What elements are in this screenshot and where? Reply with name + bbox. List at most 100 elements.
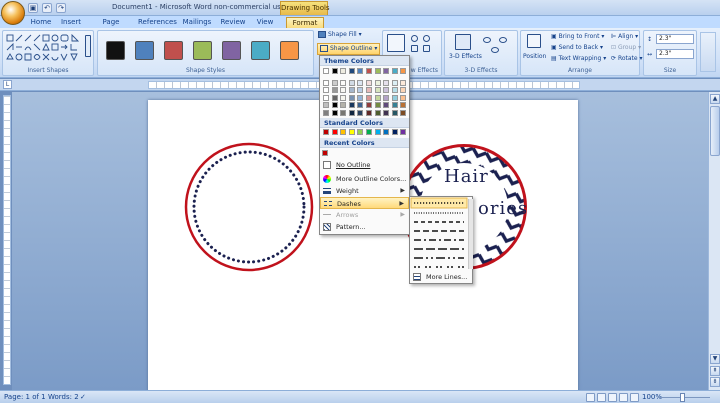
theme-color-swatch[interactable] [383, 87, 390, 94]
theme-color-swatch[interactable] [323, 110, 329, 116]
tilt-icon[interactable] [483, 37, 491, 43]
theme-color-swatch[interactable] [374, 79, 381, 86]
theme-color-swatch[interactable] [391, 87, 398, 94]
redo-icon[interactable]: ↷ [56, 3, 66, 13]
theme-color-swatch[interactable] [400, 94, 407, 101]
shape-style-swatch[interactable] [251, 41, 270, 60]
theme-color-swatch[interactable] [348, 110, 355, 116]
scroll-thumb[interactable] [710, 106, 720, 156]
theme-color-swatch[interactable] [357, 110, 364, 116]
more-outline-colors-item[interactable]: More Outline Colors... [320, 173, 409, 185]
vertical-ruler[interactable] [3, 95, 11, 385]
shapes-gallery[interactable] [6, 34, 92, 64]
theme-color-swatch[interactable] [391, 94, 398, 101]
tab-insert[interactable]: Insert [58, 17, 84, 28]
shape-style-swatch[interactable] [222, 41, 241, 60]
theme-color-swatch[interactable] [357, 87, 364, 94]
theme-color-swatch[interactable] [374, 87, 381, 94]
tab-page-layout[interactable]: Page Layout [90, 17, 132, 36]
undo-icon[interactable]: ↶ [42, 3, 52, 13]
theme-color-swatch[interactable] [340, 102, 347, 109]
theme-color-swatch[interactable] [348, 102, 355, 109]
theme-color-swatch[interactable] [340, 110, 347, 116]
proofing-icon[interactable]: ✓ [80, 393, 86, 401]
position-button[interactable]: Position [523, 53, 546, 60]
theme-color-swatch[interactable] [340, 68, 347, 74]
print-layout-icon[interactable] [586, 393, 595, 402]
dashes-item[interactable]: Dashes ▶ [320, 197, 409, 209]
theme-color-swatch[interactable] [391, 68, 398, 74]
theme-color-swatch[interactable] [331, 68, 338, 74]
arrows-item[interactable]: Arrows ▶ [320, 209, 409, 221]
vertical-scrollbar[interactable]: ▲ ▼ ⇞ ⇟ [708, 92, 720, 390]
nudge-shadow-icon[interactable] [411, 45, 418, 52]
theme-color-swatch[interactable] [331, 102, 338, 109]
weight-item[interactable]: Weight ▶ [320, 185, 409, 197]
tab-selector-icon[interactable]: L [3, 80, 12, 89]
zoom-slider-knob[interactable] [680, 393, 685, 402]
align-button[interactable]: ⊫ Align ▾ [611, 33, 638, 40]
theme-color-swatch[interactable] [348, 68, 355, 74]
tilt-icon[interactable] [491, 47, 499, 53]
office-button[interactable] [1, 1, 25, 25]
theme-color-swatch[interactable] [374, 102, 381, 109]
standard-color-swatch[interactable] [383, 129, 390, 135]
theme-color-swatch[interactable] [400, 102, 407, 109]
draft-view-icon[interactable] [630, 393, 639, 402]
theme-color-swatch[interactable] [357, 94, 364, 101]
theme-color-swatch[interactable] [348, 79, 355, 86]
tab-format[interactable]: Format [286, 17, 324, 28]
more-lines-item[interactable]: More Lines... [410, 271, 472, 283]
previous-page-icon[interactable]: ⇞ [710, 366, 720, 376]
tab-mailings[interactable]: Mailings [182, 17, 212, 28]
word-count[interactable]: Words: 2 [48, 393, 79, 401]
standard-color-swatch[interactable] [357, 129, 364, 135]
shape-style-swatch[interactable] [106, 41, 125, 60]
theme-color-swatch[interactable] [323, 68, 329, 74]
theme-color-swatch[interactable] [357, 102, 364, 109]
theme-color-swatch[interactable] [331, 79, 338, 86]
theme-color-swatch[interactable] [366, 87, 372, 94]
standard-color-swatch[interactable] [374, 129, 381, 135]
theme-color-swatch[interactable] [323, 87, 329, 94]
outline-view-icon[interactable] [619, 393, 628, 402]
web-layout-icon[interactable] [608, 393, 617, 402]
theme-color-swatch[interactable] [383, 68, 390, 74]
theme-color-swatch[interactable] [366, 68, 372, 74]
no-outline-item[interactable]: No Outline [320, 159, 409, 171]
height-input[interactable]: 2.3" [656, 34, 694, 44]
standard-color-swatch[interactable] [400, 129, 407, 135]
theme-color-swatch[interactable] [340, 87, 347, 94]
theme-color-swatch[interactable] [357, 79, 364, 86]
full-screen-reading-icon[interactable] [597, 393, 606, 402]
theme-color-swatch[interactable] [366, 110, 372, 116]
theme-color-swatch[interactable] [366, 94, 372, 101]
theme-color-swatch[interactable] [331, 110, 338, 116]
theme-color-swatch[interactable] [400, 110, 407, 116]
3d-effects-icon[interactable] [455, 34, 471, 50]
tilt-icon[interactable] [499, 37, 507, 43]
theme-color-swatch[interactable] [391, 110, 398, 116]
recent-color-swatch[interactable] [322, 150, 328, 156]
theme-color-swatch[interactable] [357, 68, 364, 74]
tab-references[interactable]: References [138, 17, 177, 28]
next-page-icon[interactable]: ⇟ [710, 377, 720, 387]
theme-color-swatch[interactable] [400, 68, 407, 74]
standard-color-swatch[interactable] [366, 129, 372, 135]
theme-color-swatch[interactable] [391, 102, 398, 109]
send-to-back-button[interactable]: ▣ Send to Back ▾ [551, 44, 603, 51]
nudge-shadow-icon[interactable] [411, 35, 418, 42]
theme-color-swatch[interactable] [374, 68, 381, 74]
3d-effects-button[interactable]: 3-D Effects [449, 53, 482, 60]
theme-color-swatch[interactable] [366, 102, 372, 109]
shadow-effects-icon[interactable] [387, 34, 405, 52]
width-input[interactable]: 2.3" [656, 49, 694, 59]
shape-style-swatch[interactable] [193, 41, 212, 60]
position-icon[interactable] [527, 34, 541, 48]
bring-to-front-button[interactable]: ▣ Bring to Front ▾ [551, 33, 604, 40]
pattern-item[interactable]: Pattern... [320, 221, 409, 233]
theme-color-swatch[interactable] [348, 87, 355, 94]
theme-color-swatch[interactable] [374, 94, 381, 101]
text-wrapping-button[interactable]: ▤ Text Wrapping ▾ [551, 55, 606, 62]
standard-color-swatch[interactable] [323, 129, 329, 135]
